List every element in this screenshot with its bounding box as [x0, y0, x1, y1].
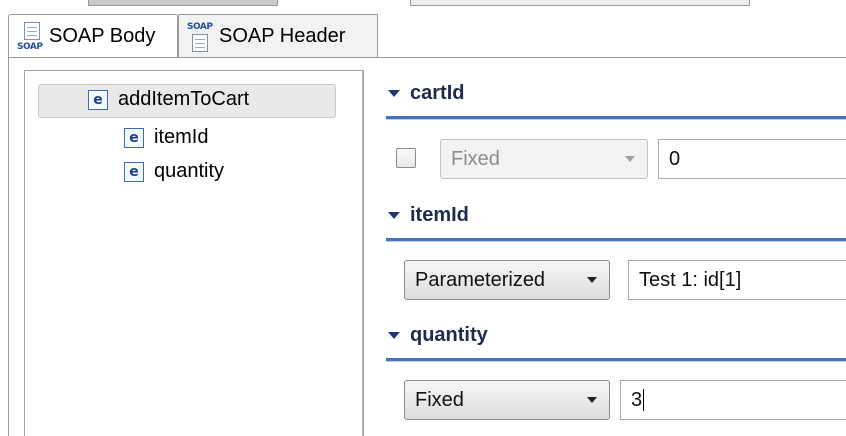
section-title: cartId [410, 82, 465, 104]
chevron-down-icon [587, 397, 597, 403]
cartId-checkbox[interactable] [396, 148, 416, 168]
top-toolbar-remnant-right [410, 0, 750, 6]
input-value: 0 [669, 147, 681, 170]
tree-item-quantity[interactable]: e quantity [124, 160, 224, 183]
tree-item-itemId[interactable]: e itemId [124, 126, 208, 149]
section-cartId-header[interactable]: cartId [388, 82, 464, 105]
quantity-value-input[interactable]: 3 [620, 380, 846, 420]
collapse-triangle-icon [388, 90, 400, 97]
tab-label: SOAP Header [219, 25, 346, 47]
cartId-mode-select[interactable]: Fixed [440, 139, 648, 179]
element-icon: e [124, 127, 144, 148]
soap-body-icon: SOAP [17, 21, 43, 52]
tab-soap-body[interactable]: SOAP SOAP Body [8, 14, 178, 58]
element-tree-pane[interactable] [24, 70, 364, 436]
collapse-triangle-icon [388, 332, 400, 339]
soap-header-icon: SOAP [187, 22, 213, 52]
select-value: Fixed [415, 388, 464, 411]
tree-item-addItemToCart[interactable]: e addItemToCart [88, 88, 249, 111]
tree-item-label: itemId [154, 126, 209, 148]
section-quantity-header[interactable]: quantity [388, 324, 488, 347]
select-value: Fixed [451, 147, 500, 170]
tree-item-label: quantity [154, 160, 225, 182]
cartId-value-input[interactable]: 0 [658, 139, 846, 179]
element-icon: e [88, 89, 108, 110]
chevron-down-icon [625, 156, 635, 162]
section-rule [386, 238, 846, 242]
collapse-triangle-icon [388, 212, 400, 219]
itemId-mode-select[interactable]: Parameterized [404, 260, 610, 300]
tab-soap-header[interactable]: SOAP SOAP Header [178, 14, 378, 58]
top-toolbar-remnant-left [88, 0, 278, 6]
element-icon: e [124, 161, 144, 182]
tab-label: SOAP Body [49, 25, 156, 47]
itemId-value-input[interactable]: Test 1: id[1] [628, 260, 846, 300]
section-rule [386, 358, 846, 362]
section-itemId-header[interactable]: itemId [388, 204, 469, 227]
chevron-down-icon [587, 277, 597, 283]
pane-divider[interactable] [362, 70, 363, 436]
section-rule [386, 116, 846, 120]
tree-item-label: addItemToCart [118, 88, 250, 110]
section-title: quantity [410, 324, 488, 346]
input-value: Test 1: id[1] [639, 268, 742, 291]
select-value: Parameterized [415, 268, 546, 291]
quantity-mode-select[interactable]: Fixed [404, 380, 610, 420]
section-title: itemId [410, 204, 469, 226]
input-value: 3 [631, 388, 643, 411]
text-caret [643, 389, 645, 411]
